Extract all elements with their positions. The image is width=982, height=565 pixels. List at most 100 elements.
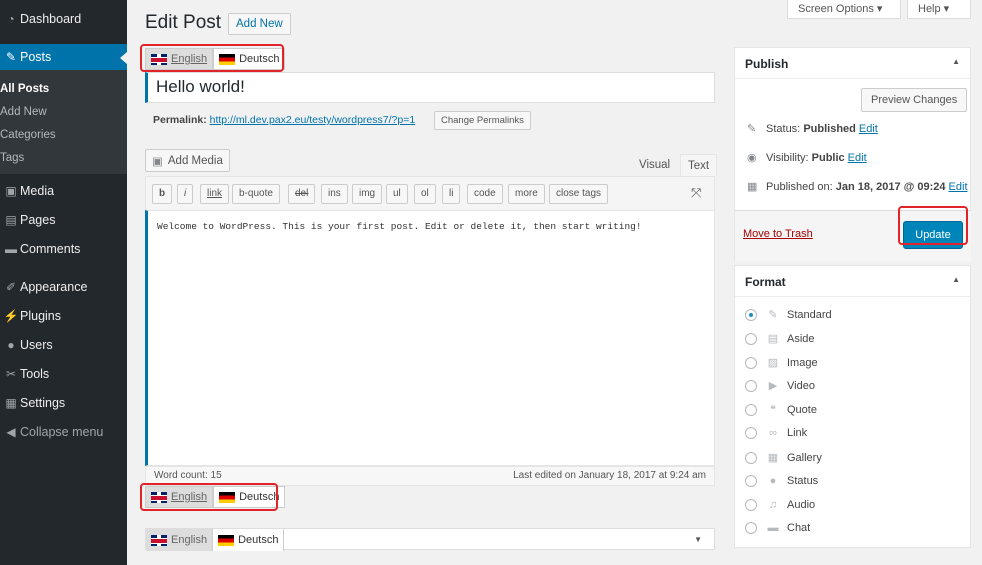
qt-bquote[interactable]: b-quote xyxy=(232,184,280,204)
menu-posts[interactable]: ✎ Posts xyxy=(0,44,127,70)
help-button[interactable]: Help ▾ xyxy=(907,0,971,19)
menu-settings[interactable]: ▦ Settings xyxy=(0,390,127,416)
permalink-url[interactable]: http://ml.dev.pax2.eu/testy/wordpress7/?… xyxy=(210,114,416,126)
brush-icon: ✐ xyxy=(5,280,17,294)
gallery-icon: ▦ xyxy=(767,452,779,464)
radio[interactable] xyxy=(745,332,757,345)
page-title: Edit Post xyxy=(145,12,222,33)
format-option-quote[interactable]: ❝ Quote xyxy=(745,403,817,416)
status-row: ✎ Status: Published Edit xyxy=(747,122,878,136)
menu-appearance[interactable]: ✐ Appearance xyxy=(0,274,127,300)
toggle-arrow-icon[interactable]: ▲ xyxy=(952,275,960,284)
qt-li[interactable]: li xyxy=(442,184,461,204)
submenu-add-new[interactable]: Add New xyxy=(0,106,47,118)
media-icon: ▣ xyxy=(5,184,17,198)
add-new-button[interactable]: Add New xyxy=(228,13,291,35)
menu-plugins[interactable]: ⚡ Plugins xyxy=(0,303,127,329)
edit-status-link[interactable]: Edit xyxy=(859,123,878,135)
qt-del[interactable]: del xyxy=(288,184,316,204)
format-option-standard[interactable]: ✎ Standard xyxy=(745,308,832,321)
menu-collapse[interactable]: ◀ Collapse menu xyxy=(0,419,127,445)
users-icon: ● xyxy=(7,338,15,352)
pin-icon: ✎ xyxy=(5,50,17,64)
radio[interactable] xyxy=(745,451,757,464)
qt-link[interactable]: link xyxy=(200,184,230,204)
format-option-link[interactable]: ∞ Link xyxy=(745,427,807,439)
qt-code[interactable]: code xyxy=(467,184,503,204)
qt-bold[interactable]: b xyxy=(152,184,173,204)
language-switcher-metabox: English Deutsch xyxy=(146,529,285,551)
menu-comments[interactable]: ▬ Comments xyxy=(0,236,127,262)
edit-date-link[interactable]: Edit xyxy=(949,181,968,193)
collapse-icon: ◀ xyxy=(6,425,16,439)
publish-header[interactable]: Publish ▲ xyxy=(735,48,970,79)
fullscreen-icon[interactable]: ⤧ xyxy=(691,185,701,201)
aside-icon: ▤ xyxy=(767,333,779,345)
qt-ins[interactable]: ins xyxy=(321,184,348,204)
active-indicator xyxy=(120,52,127,64)
qt-ol[interactable]: ol xyxy=(414,184,436,204)
move-to-trash-link[interactable]: Move to Trash xyxy=(743,228,813,240)
radio[interactable] xyxy=(745,499,757,511)
add-media-button[interactable]: ▣ Add Media xyxy=(145,149,230,172)
plugin-icon: ⚡ xyxy=(3,309,19,323)
format-option-image[interactable]: ▨ Image xyxy=(745,356,818,369)
format-option-audio[interactable]: ♫ Audio xyxy=(745,499,815,511)
tab-text[interactable]: Text xyxy=(680,154,718,176)
qt-more[interactable]: more xyxy=(508,184,545,204)
screen-options-button[interactable]: Screen Options ▾ xyxy=(787,0,901,19)
preview-changes-button[interactable]: Preview Changes xyxy=(861,88,968,112)
radio[interactable] xyxy=(745,379,757,392)
calendar-icon: ▦ xyxy=(747,181,758,193)
tab-visual[interactable]: Visual xyxy=(632,154,677,176)
menu-pages[interactable]: ▤ Pages xyxy=(0,207,127,233)
radio[interactable] xyxy=(745,403,757,416)
change-permalinks-button[interactable]: Change Permalinks xyxy=(434,111,531,130)
format-option-chat[interactable]: ▬ Chat xyxy=(745,522,810,534)
radio[interactable] xyxy=(745,427,757,439)
qt-close-tags[interactable]: close tags xyxy=(549,184,609,204)
submenu-all-posts[interactable]: All Posts xyxy=(0,83,49,95)
edit-visibility-link[interactable]: Edit xyxy=(848,152,867,164)
lang-english-tab[interactable]: English xyxy=(146,529,214,551)
highlight-box xyxy=(898,206,968,245)
format-option-aside[interactable]: ▤ Aside xyxy=(745,332,815,345)
uk-flag-icon xyxy=(151,534,167,546)
dashboard-icon: ◔ xyxy=(7,12,15,26)
published-on-row: ▦ Published on: Jan 18, 2017 @ 09:24 Edit xyxy=(747,180,968,194)
audio-icon: ♫ xyxy=(768,499,778,511)
submenu-tags[interactable]: Tags xyxy=(0,152,24,164)
format-header[interactable]: Format ▲ xyxy=(735,266,970,297)
eye-icon: ◉ xyxy=(747,152,757,164)
highlight-box xyxy=(140,483,278,511)
radio[interactable] xyxy=(745,475,757,487)
chevron-down-icon[interactable]: ▼ xyxy=(694,535,702,544)
pin-icon: ✎ xyxy=(768,309,778,321)
qt-italic[interactable]: i xyxy=(177,184,194,204)
format-option-video[interactable]: ▶ Video xyxy=(745,379,815,392)
menu-tools[interactable]: ✂ Tools xyxy=(0,361,127,387)
lang-deutsch-tab[interactable]: Deutsch xyxy=(213,529,285,551)
admin-sidebar: ◔ Dashboard ✎ Posts All Posts Add New Cate… xyxy=(0,0,127,565)
german-flag-icon xyxy=(218,534,235,546)
posts-submenu: All Posts Add New Categories Tags xyxy=(0,70,127,174)
media-icon: ▣ xyxy=(152,155,163,168)
pin-icon: ✎ xyxy=(747,123,757,135)
format-option-gallery[interactable]: ▦ Gallery xyxy=(745,451,822,464)
radio[interactable] xyxy=(745,356,757,369)
toggle-arrow-icon[interactable]: ▲ xyxy=(952,57,960,66)
menu-users[interactable]: ● Users xyxy=(0,332,127,358)
submenu-categories[interactable]: Categories xyxy=(0,129,56,141)
radio[interactable] xyxy=(745,522,757,534)
status-icon: ● xyxy=(769,475,777,487)
menu-media[interactable]: ▣ Media xyxy=(0,178,127,204)
comments-icon: ▬ xyxy=(5,242,17,256)
menu-dashboard[interactable]: ◔ Dashboard xyxy=(0,6,127,32)
chat-icon: ▬ xyxy=(767,522,779,534)
qt-ul[interactable]: ul xyxy=(386,184,408,204)
radio-selected[interactable] xyxy=(745,308,757,321)
format-option-status[interactable]: ● Status xyxy=(745,475,818,487)
qt-img[interactable]: img xyxy=(352,184,383,204)
post-title-input[interactable]: Hello world! xyxy=(145,72,715,103)
content-textarea[interactable]: Welcome to WordPress. This is your first… xyxy=(145,210,715,466)
